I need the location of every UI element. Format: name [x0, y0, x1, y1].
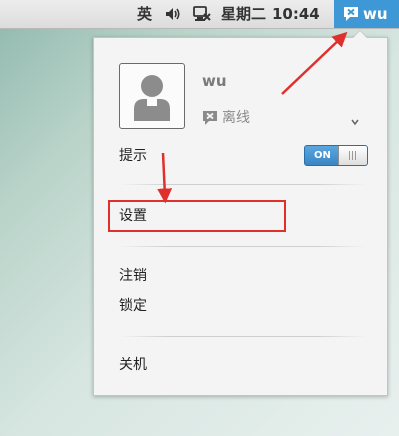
status-selector[interactable]: 离线	[202, 108, 362, 128]
top-panel: 英 星期二 10:44 wu	[0, 0, 399, 29]
person-icon	[134, 75, 170, 121]
annotation-highlight-box	[108, 200, 286, 232]
network-offline-icon[interactable]	[192, 5, 212, 27]
menu-separator	[119, 336, 367, 337]
offline-status-icon	[202, 110, 218, 130]
date-weekday[interactable]: 星期二	[221, 4, 266, 24]
popup-pointer-fill	[353, 31, 367, 38]
user-offline-icon	[342, 5, 360, 27]
clock-time[interactable]: 10:44	[272, 4, 320, 24]
user-name: wu	[202, 72, 227, 90]
menu-separator	[119, 184, 367, 185]
menu-separator	[119, 246, 367, 247]
knob-grip	[355, 151, 356, 160]
chevron-down-icon	[350, 112, 360, 131]
avatar[interactable]	[119, 63, 185, 129]
shutdown-menu-item[interactable]: 关机	[119, 355, 147, 375]
user-menu-button[interactable]: wu	[334, 0, 399, 28]
lock-menu-item[interactable]: 锁定	[119, 296, 147, 316]
notifications-label: 提示	[119, 148, 147, 164]
notifications-toggle[interactable]: ON	[304, 145, 368, 166]
logout-menu-item[interactable]: 注销	[119, 266, 147, 286]
user-menu-name: wu	[363, 5, 388, 23]
knob-grip	[352, 151, 353, 160]
toggle-state-label: ON	[314, 150, 331, 161]
toggle-knob	[338, 146, 367, 165]
desktop-screen: 英 星期二 10:44 wu wu 离线 提示 ON 设置 注销 锁定 关机	[0, 0, 399, 436]
volume-icon[interactable]	[164, 5, 182, 27]
status-label: 离线	[222, 110, 250, 126]
input-method-indicator[interactable]: 英	[137, 4, 152, 24]
knob-grip	[349, 151, 350, 160]
